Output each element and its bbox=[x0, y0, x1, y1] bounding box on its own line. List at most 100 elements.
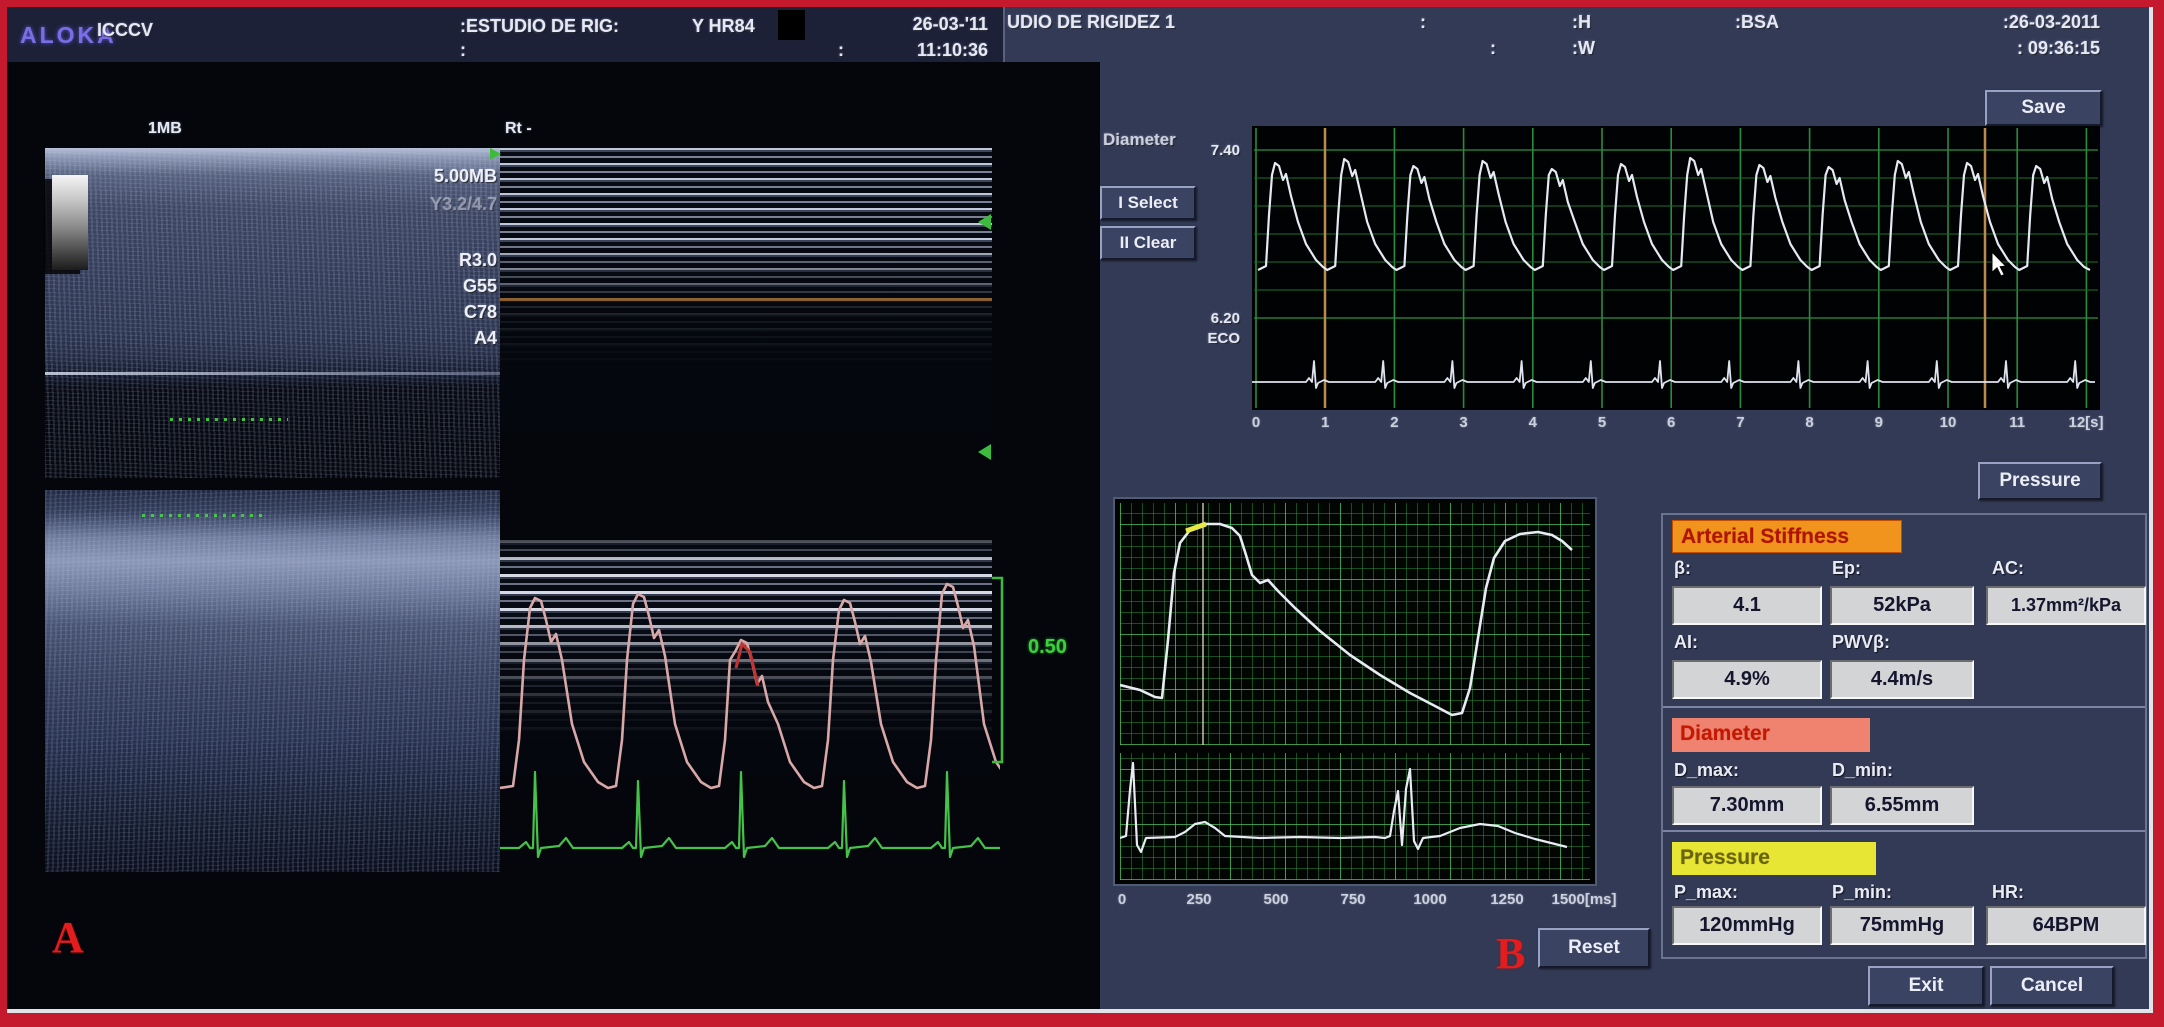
vessel-wall-line bbox=[45, 372, 500, 375]
param-value: 4.9% bbox=[1672, 660, 1822, 699]
param-label: AC: bbox=[1992, 558, 2024, 579]
study-label-b: UDIO DE RIGIDEZ 1 bbox=[1007, 12, 1175, 33]
param-label: D_max: bbox=[1674, 760, 1739, 781]
param-value: 64BPM bbox=[1986, 906, 2146, 945]
pressure-button[interactable]: Pressure bbox=[1978, 462, 2102, 500]
x-tick-label: 1250 bbox=[1490, 891, 1523, 908]
pulse-trace bbox=[500, 584, 1000, 788]
reset-button[interactable]: Reset bbox=[1538, 928, 1650, 968]
weight-label: :W bbox=[1572, 38, 1595, 59]
redaction-box bbox=[778, 10, 805, 40]
scale-bracket bbox=[986, 570, 1026, 770]
select-button[interactable]: I Select bbox=[1100, 186, 1196, 220]
x-tick-label: 3 bbox=[1459, 414, 1467, 431]
param-label: AI: bbox=[1674, 632, 1698, 653]
measure-dotted-line-lower bbox=[142, 514, 268, 517]
param-label: D_min: bbox=[1832, 760, 1893, 781]
zoom-ecg-trace bbox=[1120, 763, 1567, 852]
x-tick-label: 1 bbox=[1321, 414, 1329, 431]
zoom-beat-trace bbox=[1120, 524, 1572, 715]
pressure-chip: Pressure bbox=[1672, 842, 1876, 875]
x-tick-label: 1000 bbox=[1413, 891, 1446, 908]
y-axis-min: 6.20 bbox=[1185, 310, 1240, 327]
x-tick-label: 6 bbox=[1667, 414, 1675, 431]
x-tick-label: 9 bbox=[1875, 414, 1883, 431]
x-tick-label: 4 bbox=[1529, 414, 1537, 431]
bmode-gap bbox=[45, 478, 500, 490]
figure-label-b: B bbox=[1496, 928, 1525, 979]
date-a: 26-03-'11 bbox=[870, 14, 988, 35]
x-tick-label: 500 bbox=[1263, 891, 1288, 908]
param-value: 120mmHg bbox=[1672, 906, 1822, 945]
zoom-ecg-svg bbox=[1120, 753, 1590, 880]
bmode-image-lower bbox=[45, 488, 500, 872]
ecg-trace-b bbox=[1252, 361, 2095, 388]
waveform-label: Diameter bbox=[1103, 130, 1176, 150]
bmode-overlay-text: C78 bbox=[380, 302, 497, 323]
study-colon: : bbox=[460, 40, 466, 61]
x-tick-label: 10 bbox=[1940, 414, 1957, 431]
diameter-waveform-svg bbox=[1252, 126, 2100, 410]
bmode-overlay-text: Y3.2/4.7 bbox=[380, 194, 497, 215]
x-tick-label: 250 bbox=[1186, 891, 1211, 908]
param-value: 4.1 bbox=[1672, 586, 1822, 625]
study-label-a: :ESTUDIO DE RIG: bbox=[460, 16, 619, 37]
param-label: HR: bbox=[1992, 882, 2024, 903]
clear-button[interactable]: II Clear bbox=[1100, 226, 1196, 260]
x-tick-label: 8 bbox=[1805, 414, 1813, 431]
exit-button[interactable]: Exit bbox=[1868, 966, 1984, 1006]
time-a: 11:10:36 bbox=[870, 40, 988, 61]
param-label: P_min: bbox=[1832, 882, 1892, 903]
height-label: :H bbox=[1572, 12, 1591, 33]
bmode-overlay-text: A4 bbox=[380, 328, 497, 349]
x-tick-label: 11 bbox=[2009, 414, 2025, 431]
results-divider bbox=[1663, 706, 2145, 708]
ultrasound-screen: ALOKA ICCCV :ESTUDIO DE RIG: Y HR84 : : … bbox=[0, 0, 2164, 1027]
diameter-chip: Diameter bbox=[1672, 718, 1870, 752]
figure-label-a: A bbox=[52, 912, 84, 963]
inner-edge-bottom bbox=[7, 1009, 2149, 1013]
param-label: PWVβ: bbox=[1832, 632, 1890, 653]
results-divider bbox=[1663, 830, 2145, 832]
inner-edge-right bbox=[2149, 7, 2153, 1013]
marker-arrow-icon bbox=[978, 444, 991, 460]
mmode-traces bbox=[500, 540, 1000, 872]
x-tick-label: 2 bbox=[1390, 414, 1398, 431]
bmode-overlay-text: R3.0 bbox=[380, 250, 497, 271]
grayscale-bar bbox=[52, 175, 88, 270]
x-tick-label: 0 bbox=[1118, 891, 1126, 908]
x-tick-label: 0 bbox=[1252, 414, 1260, 431]
param-value: 4.4m/s bbox=[1830, 660, 1974, 699]
cancel-button[interactable]: Cancel bbox=[1990, 966, 2114, 1006]
header-colon1: : bbox=[1420, 12, 1426, 33]
date-b: :26-03-2011 bbox=[1925, 12, 2100, 33]
x-axis-unit: 1500[ms] bbox=[1551, 891, 1616, 908]
bmode-overlay-text: G55 bbox=[380, 276, 497, 297]
diameter-trace bbox=[1258, 158, 2090, 270]
scale-value: 0.50 bbox=[1028, 636, 1067, 659]
ecg-axis-label: ECO bbox=[1185, 330, 1240, 347]
header-colon2: : bbox=[1490, 38, 1496, 59]
param-value: 7.30mm bbox=[1672, 786, 1822, 825]
marker-arrow-icon bbox=[978, 214, 991, 230]
param-value: 1.37mm²/kPa bbox=[1986, 586, 2146, 625]
mouse-cursor-icon bbox=[1992, 252, 2006, 276]
bsa-label: :BSA bbox=[1735, 12, 1779, 33]
mmode-side-label: Rt - bbox=[505, 120, 532, 138]
param-label: Ep: bbox=[1832, 558, 1861, 579]
time-b: : 09:36:15 bbox=[1925, 38, 2100, 59]
y-axis-max: 7.40 bbox=[1185, 142, 1240, 159]
param-value: 75mmHg bbox=[1830, 906, 1974, 945]
mmode-orange-line bbox=[500, 298, 992, 301]
patient-id: Y HR84 bbox=[692, 16, 755, 37]
param-value: 52kPa bbox=[1830, 586, 1974, 625]
marker-arrow-icon bbox=[490, 148, 501, 160]
x-tick-label: 7 bbox=[1736, 414, 1744, 431]
param-label: P_max: bbox=[1674, 882, 1738, 903]
arterial-stiffness-chip: Arterial Stiffness bbox=[1672, 520, 1902, 553]
x-tick-label: 5 bbox=[1598, 414, 1606, 431]
mmode-strip-upper bbox=[500, 148, 992, 433]
x-tick-label: 750 bbox=[1340, 891, 1365, 908]
save-button[interactable]: Save bbox=[1985, 90, 2102, 126]
probe-label: ICCCV bbox=[97, 20, 153, 41]
